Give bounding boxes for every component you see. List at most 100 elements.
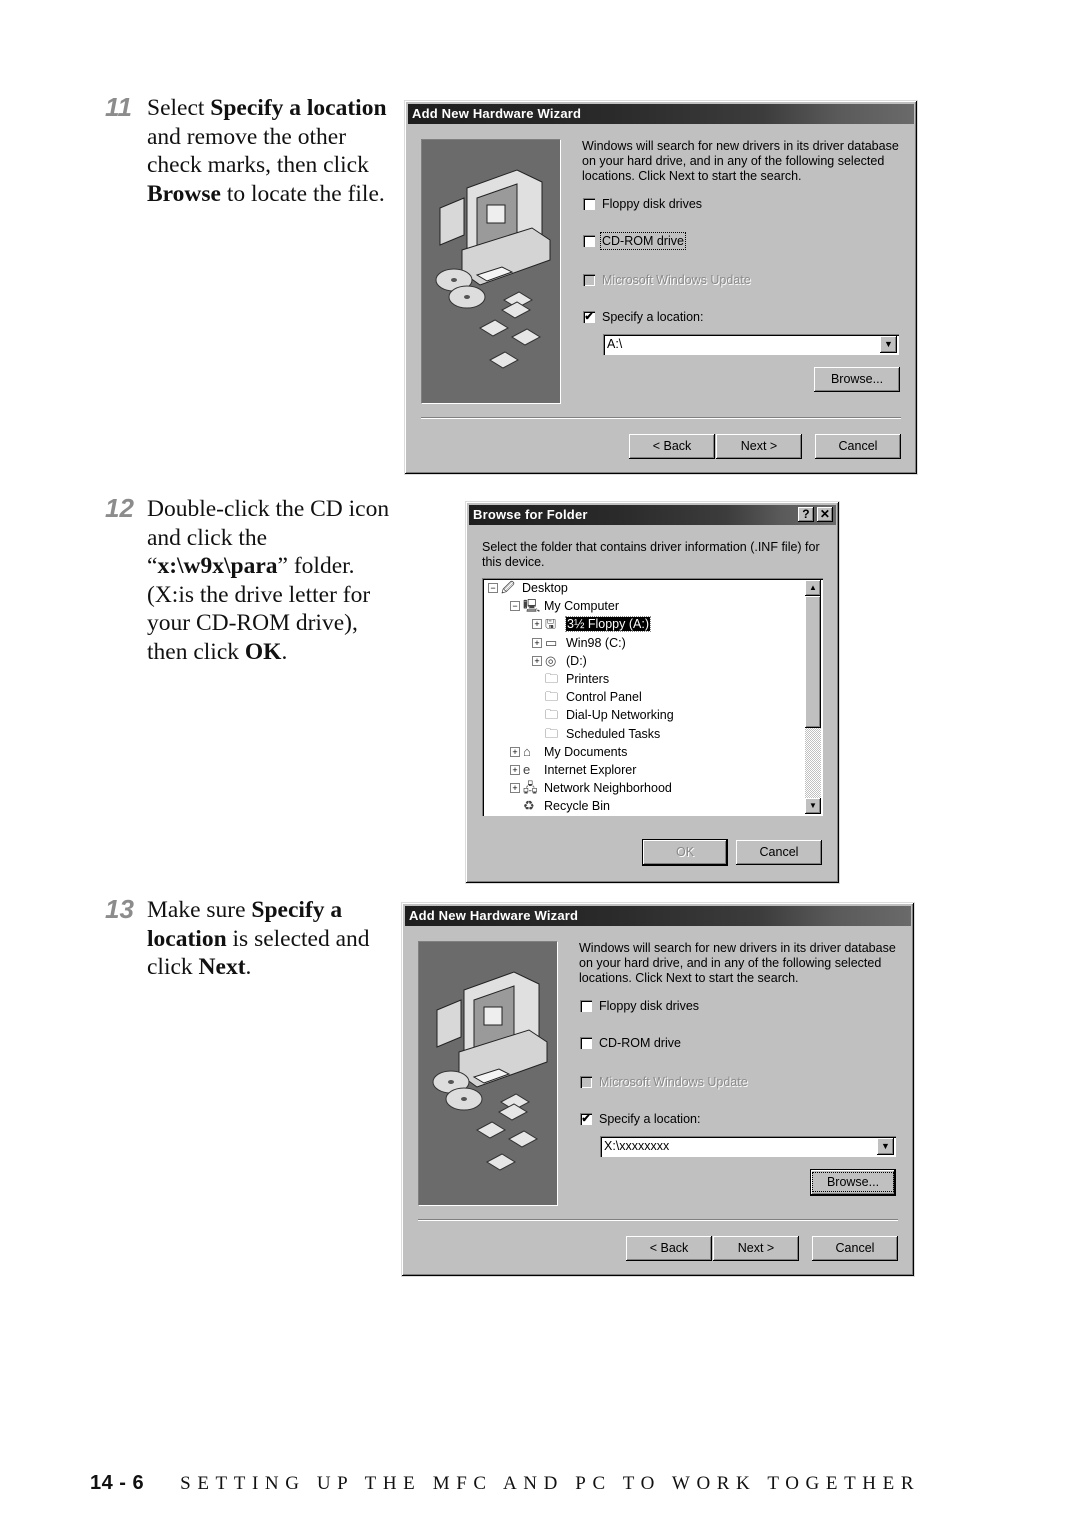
computer-and-disks-illustration (432, 971, 548, 1171)
back-button[interactable]: < Back (629, 434, 715, 459)
emphasized-term: Next (198, 954, 246, 980)
cdrom-option[interactable]: CD-ROM drive (583, 232, 686, 250)
tree-connector (532, 710, 542, 720)
collapse-icon[interactable]: − (488, 583, 498, 593)
specify-location-checkbox[interactable]: ✔ (580, 1113, 592, 1125)
cancel-button[interactable]: Cancel (736, 840, 822, 865)
next-button[interactable]: Next > (716, 434, 802, 459)
windows-update-checkbox (580, 1076, 592, 1088)
tree-item[interactable]: − 🖳 My Computer (510, 597, 619, 615)
location-combo[interactable]: A:\ ▼ (603, 334, 899, 355)
instruction-text: and remove the other check marks, then c… (147, 123, 369, 179)
specify-location-option-label: Specify a location: (599, 1112, 701, 1126)
step-number: 11 (105, 92, 132, 122)
folder-tree[interactable]: − 🖉 Desktop − 🖳 My Computer + 🖫 3½ Floppy (A:) + ▭… (482, 578, 823, 816)
tree-item-label: Recycle Bin (544, 799, 610, 814)
cancel-button-label: Cancel (759, 845, 799, 859)
specify-location-checkbox[interactable]: ✔ (583, 311, 595, 323)
cancel-button-label: Cancel (838, 439, 878, 453)
expand-icon[interactable]: + (510, 783, 520, 794)
tree-connector (532, 692, 542, 702)
cancel-button-label: Cancel (835, 1241, 875, 1255)
tree-item[interactable]: + ◎ (D:) (532, 652, 587, 670)
emphasized-term: Specify a location (210, 95, 387, 121)
floppy-checkbox[interactable] (583, 198, 595, 210)
wizard-intro-text: Windows will search for new drivers in i… (582, 139, 899, 183)
next-button-label: Next > (740, 439, 778, 453)
tree-item[interactable]: + ▭ Win98 (C:) (532, 634, 626, 652)
expand-icon[interactable]: + (532, 655, 542, 666)
expand-icon[interactable]: + (532, 619, 542, 630)
dropdown-arrow-icon[interactable]: ▼ (880, 336, 897, 353)
dropdown-arrow-icon[interactable]: ▼ (877, 1138, 894, 1155)
specify-location-option[interactable]: ✔ Specify a location: (580, 1112, 700, 1126)
tree-item-label: 3½ Floppy (A:) (565, 616, 651, 633)
browse-button[interactable]: Browse... (811, 1170, 895, 1195)
tree-item[interactable]: + 🖧 Network Neighborhood (510, 779, 672, 797)
scroll-thumb[interactable] (805, 596, 821, 728)
internet-explorer-icon: e (523, 762, 531, 777)
tree-item-label: Control Panel (566, 690, 642, 705)
network-neighborhood-icon: 🖧 (523, 780, 538, 796)
separator (418, 1219, 898, 1221)
my-computer-icon: 🖳 (523, 598, 541, 614)
scroll-down-icon[interactable]: ▼ (805, 798, 821, 814)
next-button-label: Next > (737, 1241, 775, 1255)
tree-connector (532, 729, 542, 739)
location-value[interactable]: A:\ (607, 337, 622, 351)
windows-update-checkbox (583, 274, 595, 286)
location-combo[interactable]: X:\xxxxxxxx ▼ (600, 1136, 896, 1157)
tree-scrollbar[interactable]: ▲ ▼ (805, 580, 821, 814)
tree-item-label: My Computer (544, 599, 620, 614)
next-button[interactable]: Next > (713, 1236, 799, 1261)
expand-icon[interactable]: + (510, 746, 520, 757)
tree-item[interactable]: + 🖫 3½ Floppy (A:) (532, 615, 651, 633)
specify-location-option[interactable]: ✔ Specify a location: (583, 310, 703, 324)
tree-item[interactable]: 🗀 Dial-Up Networking (532, 706, 674, 724)
collapse-icon[interactable]: − (510, 601, 520, 612)
tree-item[interactable]: 🗀 Scheduled Tasks (532, 725, 660, 743)
instruction-text: Select (147, 95, 211, 121)
back-button[interactable]: < Back (626, 1236, 712, 1261)
cdrom-option-label: CD-ROM drive (600, 232, 686, 250)
tree-item[interactable]: 🗀 Printers (532, 670, 609, 688)
close-icon[interactable]: ✕ (817, 507, 833, 522)
tree-item[interactable]: + ⌂ My Documents (510, 743, 627, 761)
tree-item[interactable]: ♻ Recycle Bin (510, 797, 610, 815)
windows-update-option-label: Microsoft Windows Update (602, 273, 751, 287)
tree-item-label: Internet Explorer (544, 763, 637, 777)
cancel-button[interactable]: Cancel (815, 434, 901, 459)
cdrom-checkbox[interactable] (580, 1037, 592, 1049)
floppy-option[interactable]: Floppy disk drives (580, 999, 699, 1013)
browse-button-label: Browse... (830, 372, 884, 386)
recycle-bin-icon: ♻ (523, 798, 535, 814)
emphasized-term: Browse (147, 180, 221, 207)
scroll-up-icon[interactable]: ▲ (805, 580, 821, 596)
windows-update-option-label: Microsoft Windows Update (599, 1075, 748, 1089)
tree-item-label: Network Neighborhood (544, 781, 672, 796)
ok-button[interactable]: OK (643, 840, 727, 865)
hard-drive-icon: ▭ (545, 634, 558, 650)
cdrom-option-label: CD-ROM drive (599, 1036, 681, 1050)
tree-item[interactable]: − 🖉 Desktop (488, 579, 568, 597)
tree-item[interactable]: 🗀 Control Panel (532, 688, 642, 706)
step-instruction: Select Specify a location and remove the… (147, 94, 397, 208)
back-button-label: < Back (652, 439, 692, 453)
instruction-text: . (245, 954, 252, 980)
cdrom-checkbox[interactable] (583, 235, 595, 247)
expand-icon[interactable]: + (510, 765, 520, 775)
floppy-option[interactable]: Floppy disk drives (583, 197, 702, 211)
expand-icon[interactable]: + (532, 637, 542, 648)
dialup-networking-icon: 🗀 (545, 707, 559, 723)
scheduled-tasks-icon: 🗀 (545, 725, 559, 741)
location-value[interactable]: X:\xxxxxxxx (604, 1139, 669, 1153)
tree-item[interactable]: + e Internet Explorer (510, 761, 636, 779)
specify-location-option-label: Specify a location: (602, 310, 704, 324)
browse-button[interactable]: Browse... (814, 367, 900, 392)
browse-prompt: Select the folder that contains driver i… (482, 540, 820, 569)
cdrom-option[interactable]: CD-ROM drive (580, 1036, 681, 1050)
cancel-button[interactable]: Cancel (812, 1236, 898, 1261)
ok-button-label: OK (675, 845, 695, 859)
floppy-checkbox[interactable] (580, 1000, 592, 1012)
help-button[interactable]: ? (798, 507, 814, 522)
